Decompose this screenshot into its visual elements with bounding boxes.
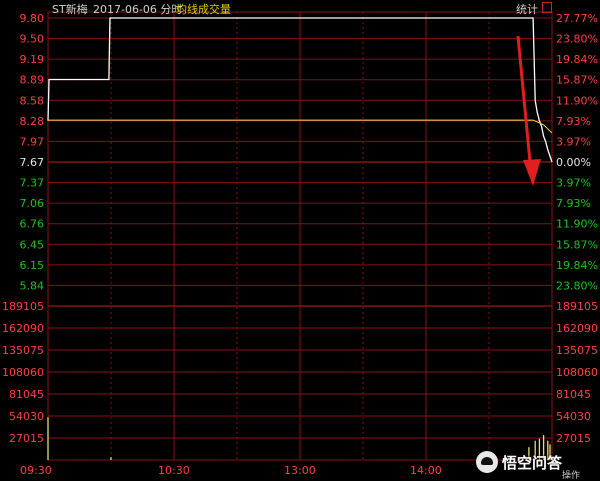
pct-tick-label: 7.93% xyxy=(556,115,591,128)
pct-tick-label: 23.80% xyxy=(556,33,598,46)
watermark-text: 悟空问答 xyxy=(502,453,563,472)
volume-tick-label: 162090 xyxy=(2,322,44,335)
pct-tick-label: 11.90% xyxy=(556,94,598,107)
time-axis-label: 14:00 xyxy=(410,464,442,477)
stock-name: ST新梅 xyxy=(52,3,88,16)
pct-tick-label: 15.87% xyxy=(556,238,598,251)
pct-tick-label: 0.00% xyxy=(556,156,591,169)
price-tick-label: 7.06 xyxy=(20,197,45,210)
pct-tick-label: 19.84% xyxy=(556,259,598,272)
time-axis-label: 10:30 xyxy=(158,464,190,477)
volume-toggle[interactable]: 成交量 xyxy=(198,1,231,17)
pct-tick-label: 7.93% xyxy=(556,197,591,210)
volume-tick-label: 189105 xyxy=(2,300,44,313)
price-tick-label: 6.15 xyxy=(20,259,45,272)
price-tick-label: 6.76 xyxy=(20,218,45,231)
price-tick-label: 5.84 xyxy=(20,279,45,292)
watermark: 悟空问答 xyxy=(476,450,562,474)
volume-tick-label: 27015 xyxy=(9,432,44,445)
volume-tick-label-right: 108060 xyxy=(556,366,598,379)
price-tick-label: 9.50 xyxy=(20,33,45,46)
price-tick-label: 8.28 xyxy=(20,115,45,128)
volume-tick-label: 135075 xyxy=(2,344,44,357)
price-tick-label: 7.67 xyxy=(20,156,45,169)
stats-button[interactable]: 统计 xyxy=(516,1,538,17)
pct-tick-label: 3.97% xyxy=(556,135,591,148)
volume-tick-label-right: 135075 xyxy=(556,344,598,357)
annotation-arrow-shaft xyxy=(516,35,532,163)
price-tick-label: 7.97 xyxy=(20,135,45,148)
date-mode-label: 2017-06-06 分时 xyxy=(93,3,183,16)
wukong-logo-icon xyxy=(476,451,498,473)
operation-button[interactable]: 操作 xyxy=(562,468,580,481)
time-axis-label: 09:30 xyxy=(20,464,52,477)
pct-tick-label: 19.84% xyxy=(556,53,598,66)
pct-tick-label: 3.97% xyxy=(556,177,591,190)
volume-tick-label-right: 162090 xyxy=(556,322,598,335)
time-axis-label: 13:00 xyxy=(284,464,316,477)
price-tick-label: 8.58 xyxy=(20,94,45,107)
price-tick-label: 9.80 xyxy=(20,12,45,25)
price-tick-label: 7.37 xyxy=(20,177,45,190)
pct-tick-label: 23.80% xyxy=(556,279,598,292)
annotation-arrow-head xyxy=(523,159,541,186)
price-tick-label: 9.19 xyxy=(20,53,45,66)
panel-toggle-icon[interactable] xyxy=(542,2,552,13)
pct-tick-label: 11.90% xyxy=(556,218,598,231)
pct-tick-label: 15.87% xyxy=(556,74,598,87)
intraday-chart: 9.80 27.77% 9.50 23.80% 9.19 19.84% 8.89 15.87%… xyxy=(2,11,598,477)
avg-line-toggle[interactable]: 均线 xyxy=(176,1,198,17)
volume-tick-label-right: 54030 xyxy=(556,410,591,423)
volume-tick-label-right: 27015 xyxy=(556,432,591,445)
pct-tick-label: 27.77% xyxy=(556,12,598,25)
price-tick-label: 6.45 xyxy=(20,238,45,251)
price-tick-label: 8.89 xyxy=(20,74,45,87)
volume-tick-label-right: 81045 xyxy=(556,388,591,401)
volume-tick-label: 54030 xyxy=(9,410,44,423)
volume-tick-label: 81045 xyxy=(9,388,44,401)
volume-tick-label-right: 189105 xyxy=(556,300,598,313)
volume-tick-label: 108060 xyxy=(2,366,44,379)
